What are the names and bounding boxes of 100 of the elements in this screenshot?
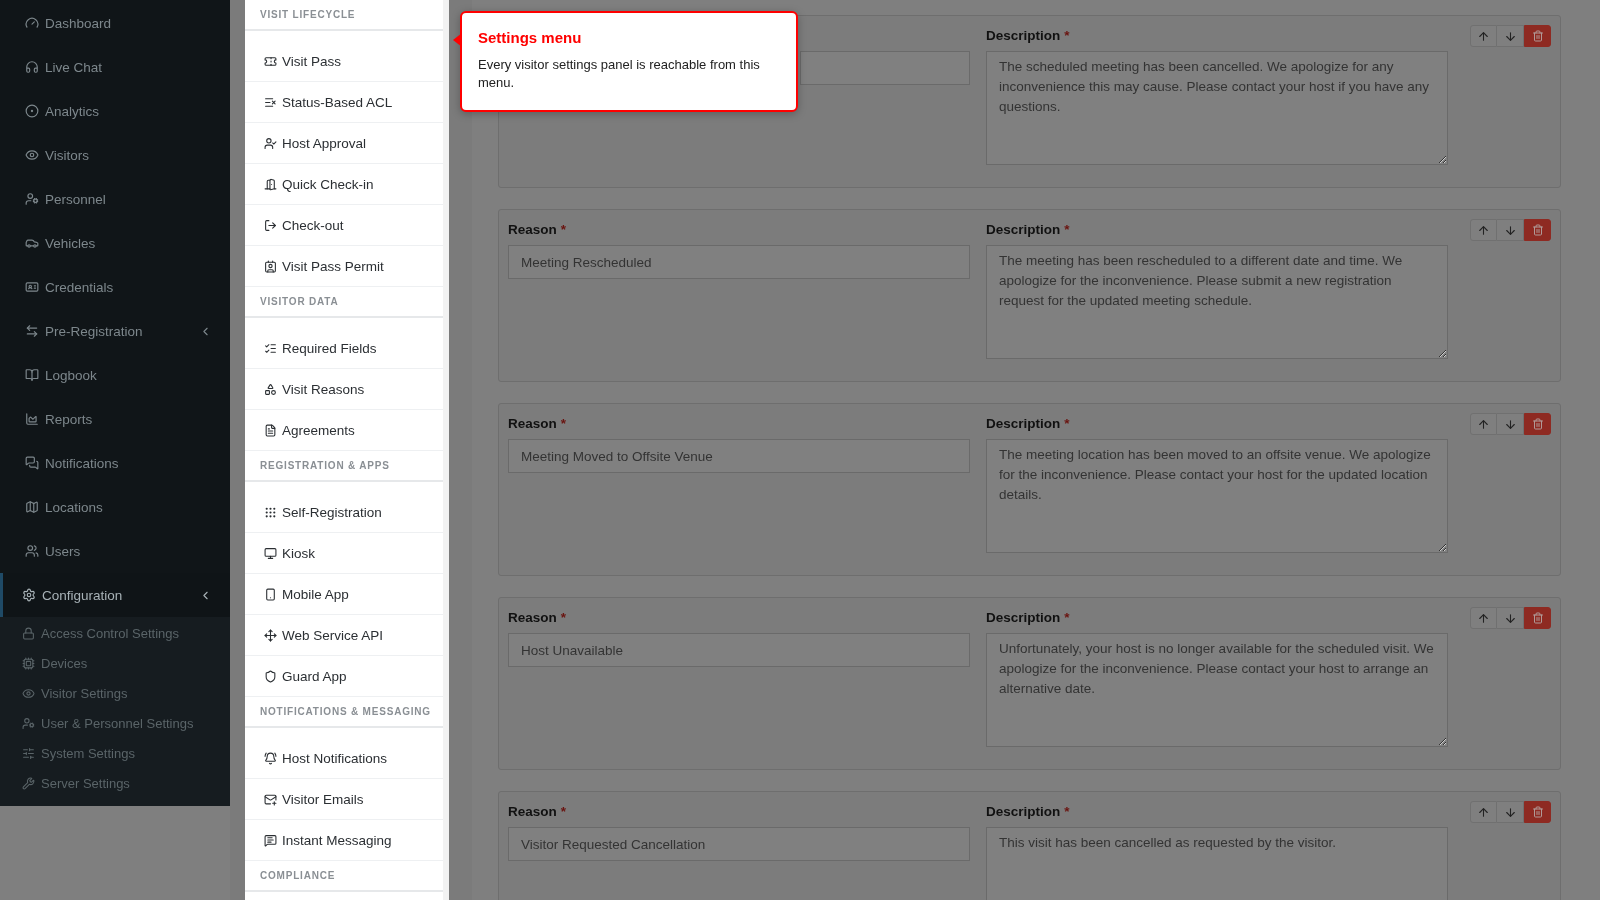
- description-label: Description *: [986, 220, 1071, 239]
- arrow-up-icon: [1477, 417, 1490, 431]
- nav-item[interactable]: Live Chat: [0, 45, 230, 89]
- ticket-icon: [264, 54, 277, 68]
- menu-item[interactable]: Visit Pass Permit: [245, 246, 443, 287]
- section-heading: NOTIFICATIONS & MESSAGING: [245, 697, 443, 728]
- delete-button[interactable]: [1524, 607, 1551, 629]
- description-field[interactable]: Unfortunately, your host is no longer available for the scheduled visit. We apologize for the inconvenience. Please contact your host to arrange an alternative date.: [986, 633, 1448, 747]
- menu-item[interactable]: Quick Check-in: [245, 164, 443, 205]
- car-icon: [25, 236, 39, 250]
- move-up-button[interactable]: [1470, 219, 1497, 241]
- move-down-button[interactable]: [1497, 801, 1524, 823]
- trash-icon: [1531, 30, 1544, 42]
- reason-label: Reason *: [508, 414, 568, 433]
- submenu-item[interactable]: Access Control Settings: [0, 618, 230, 648]
- arrow-up-icon: [1477, 805, 1490, 819]
- trash-icon: [1531, 418, 1544, 430]
- nav-item[interactable]: Personnel: [0, 177, 230, 221]
- nav-item[interactable]: Reports: [0, 397, 230, 441]
- submenu-item[interactable]: Visitor Settings: [0, 678, 230, 708]
- submenu-item[interactable]: Server Settings: [0, 768, 230, 798]
- nav-item[interactable]: Locations: [0, 485, 230, 529]
- menu-item[interactable]: Check-out: [245, 205, 443, 246]
- menu-item[interactable]: Mobile App: [245, 574, 443, 615]
- user-check-icon: [264, 136, 277, 150]
- submenu-item[interactable]: User & Personnel Settings: [0, 708, 230, 738]
- tooltip-text: Every visitor settings panel is reachable from this menu.: [478, 56, 761, 92]
- menu-item[interactable]: Kiosk: [245, 533, 443, 574]
- phone-icon: [264, 587, 277, 601]
- sliders-icon: [22, 746, 35, 760]
- reason-label: Reason *: [508, 220, 568, 239]
- description-label: Description *: [986, 26, 1071, 45]
- user-gear-icon: [22, 716, 35, 730]
- arrows-icon: [25, 324, 39, 338]
- delete-button[interactable]: [1524, 25, 1551, 47]
- reason-field[interactable]: Meeting Moved to Offsite Venue: [508, 439, 970, 473]
- reason-field[interactable]: [800, 51, 970, 85]
- menu-item[interactable]: Agreements: [245, 410, 443, 451]
- book-icon: [25, 368, 39, 382]
- reason-label: Reason *: [508, 608, 568, 627]
- list-icon: [264, 95, 277, 109]
- user-gear-icon: [25, 192, 39, 206]
- move-up-button[interactable]: [1470, 413, 1497, 435]
- menu-item[interactable]: Instant Messaging: [245, 820, 443, 861]
- nav-item[interactable]: Vehicles: [0, 221, 230, 265]
- id-card-icon: [25, 280, 39, 294]
- section-heading: COMPLIANCE: [245, 861, 443, 892]
- trash-icon: [1531, 612, 1544, 624]
- nav-item[interactable]: Visitors: [0, 133, 230, 177]
- reason-field[interactable]: Meeting Rescheduled: [508, 245, 970, 279]
- description-label: Description *: [986, 608, 1071, 627]
- menu-item[interactable]: Self-Registration: [245, 492, 443, 533]
- description-field[interactable]: The meeting has been rescheduled to a different date and time. We apologize for the inconvenience. Please submit a new registration request for the updated meeting schedule.: [986, 245, 1448, 359]
- nav-item[interactable]: Credentials: [0, 265, 230, 309]
- description-field[interactable]: The scheduled meeting has been cancelled. We apologize for any inconvenience this may cause. Please contact your host if you have any questions.: [986, 51, 1448, 165]
- nav-item[interactable]: Notifications: [0, 441, 230, 485]
- nav-item[interactable]: Users: [0, 529, 230, 573]
- menu-item[interactable]: Host Notifications: [245, 738, 443, 779]
- move-down-button[interactable]: [1497, 219, 1524, 241]
- delete-button[interactable]: [1524, 219, 1551, 241]
- move-down-button[interactable]: [1497, 607, 1524, 629]
- description-label: Description *: [986, 802, 1071, 821]
- monitor-icon: [264, 546, 277, 560]
- menu-item[interactable]: Required Fields: [245, 328, 443, 369]
- reason-field[interactable]: Host Unavailable: [508, 633, 970, 667]
- menu-item[interactable]: Visit Pass: [245, 41, 443, 82]
- move-down-button[interactable]: [1497, 413, 1524, 435]
- menu-item[interactable]: Visit Reasons: [245, 369, 443, 410]
- menu-item[interactable]: Web Service API: [245, 615, 443, 656]
- move-up-button[interactable]: [1470, 607, 1497, 629]
- menu-item[interactable]: Host Approval: [245, 123, 443, 164]
- message-icon: [264, 833, 277, 847]
- submenu-item[interactable]: System Settings: [0, 738, 230, 768]
- tooltip-title: Settings menu: [478, 29, 583, 46]
- shapes-icon: [264, 382, 277, 396]
- document-icon: [264, 423, 277, 437]
- move-up-button[interactable]: [1470, 25, 1497, 47]
- menu-item[interactable]: Guard App: [245, 656, 443, 697]
- delete-button[interactable]: [1524, 801, 1551, 823]
- delete-button[interactable]: [1524, 413, 1551, 435]
- move-down-button[interactable]: [1497, 25, 1524, 47]
- nav-item[interactable]: Dashboard: [0, 1, 230, 45]
- door-icon: [264, 177, 277, 191]
- description-field[interactable]: The meeting location has been moved to an offsite venue. We apologize for the inconvenience. Please contact your host for the updated location details.: [986, 439, 1448, 553]
- checklist-icon: [264, 341, 277, 355]
- gauge-icon: [25, 16, 39, 30]
- submenu-item[interactable]: Devices: [0, 648, 230, 678]
- arrow-up-icon: [1477, 611, 1490, 625]
- menu-item[interactable]: Visitor Emails: [245, 779, 443, 820]
- nav-item[interactable]: Pre-Registration: [0, 309, 230, 353]
- move-up-button[interactable]: [1470, 801, 1497, 823]
- nav-item[interactable]: Logbook: [0, 353, 230, 397]
- logout-icon: [264, 218, 277, 232]
- chart-icon: [25, 412, 39, 426]
- reason-field[interactable]: Visitor Requested Cancellation: [508, 827, 970, 861]
- nav-item[interactable]: Analytics: [0, 89, 230, 133]
- description-field[interactable]: This visit has been cancelled as requested by the visitor.: [986, 827, 1448, 900]
- arrow-up-icon: [1477, 29, 1490, 43]
- menu-item[interactable]: Status-Based ACL: [245, 82, 443, 123]
- arrow-down-icon: [1503, 417, 1517, 431]
